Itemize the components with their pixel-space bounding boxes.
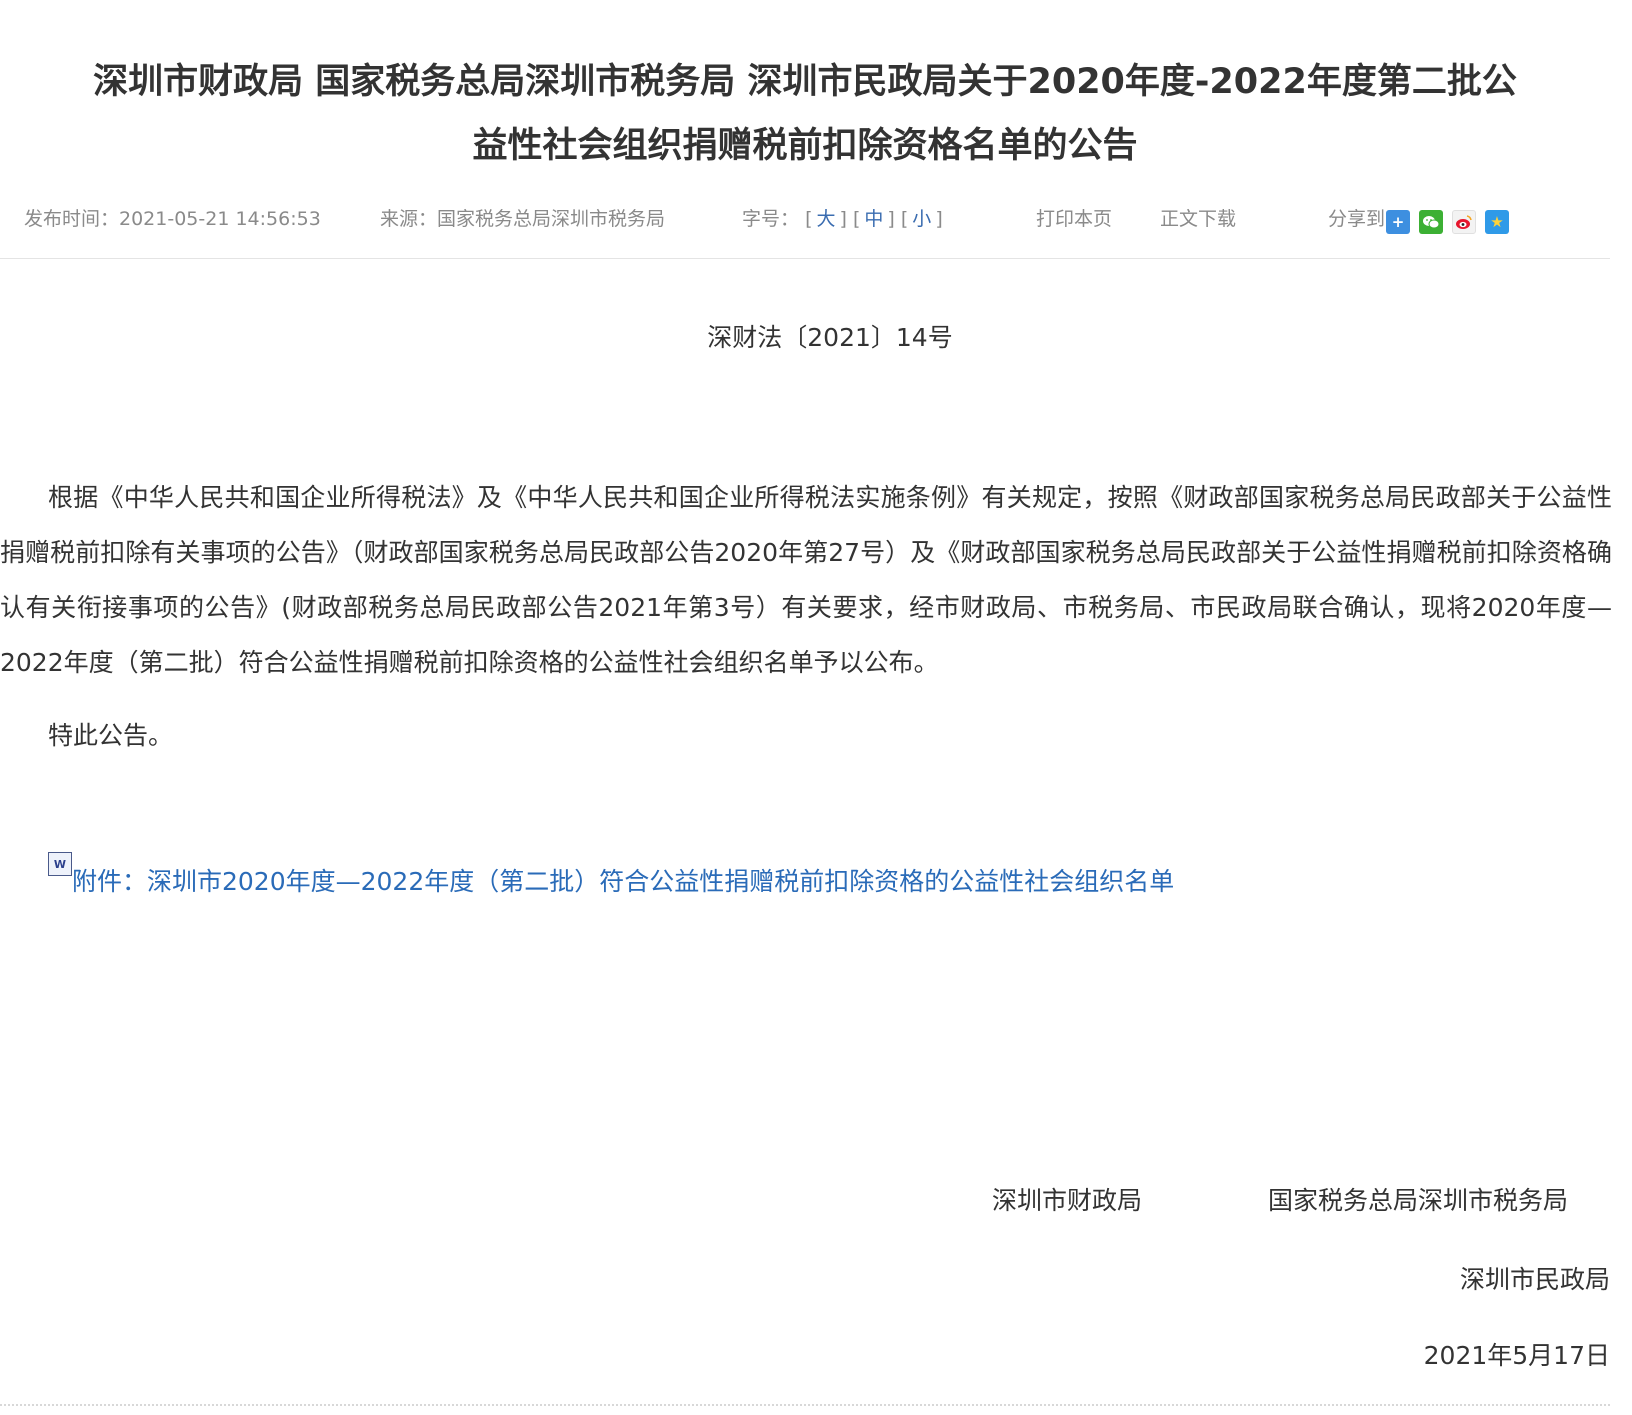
- share-icons: + ★: [1386, 210, 1509, 234]
- article-meta-bar: 发布时间：2021-05-21 14:56:53 来源：国家税务总局深圳市税务局…: [24, 200, 1604, 240]
- weibo-eye-icon: [1456, 215, 1472, 229]
- weibo-icon[interactable]: [1452, 210, 1476, 234]
- meta-divider: [0, 258, 1610, 259]
- wechat-icon[interactable]: [1419, 210, 1443, 234]
- wechat-bubbles-icon: [1423, 216, 1440, 229]
- word-document-icon: W: [48, 852, 72, 876]
- source-label: 来源：国家税务总局深圳市税务局: [380, 208, 666, 230]
- article-title: 深圳市财政局 国家税务总局深圳市税务局 深圳市民政局关于2020年度-2022年…: [0, 50, 1610, 178]
- closing-statement: 特此公告。: [48, 721, 174, 750]
- attachment-link[interactable]: 附件：深圳市2020年度—2022年度（第二批）符合公益性捐赠税前扣除资格的公益…: [72, 862, 1174, 898]
- article-title-line-1: 深圳市财政局 国家税务总局深圳市税务局 深圳市民政局关于2020年度-2022年…: [93, 62, 1517, 102]
- signer-tax-bureau: 国家税务总局深圳市税务局: [1268, 1186, 1569, 1215]
- document-number: 深财法〔2021〕14号: [707, 323, 953, 352]
- signed-date: 2021年5月17日: [1423, 1341, 1610, 1370]
- publish-date: 发布时间：2021-05-21 14:56:53: [24, 208, 321, 230]
- bottom-divider: [0, 1404, 1610, 1406]
- signer-finance-bureau: 深圳市财政局: [992, 1186, 1143, 1215]
- signer-civil-affairs-bureau: 深圳市民政局: [1459, 1265, 1610, 1294]
- font-size-large-button[interactable]: 大: [816, 208, 835, 230]
- qzone-icon[interactable]: ★: [1485, 210, 1509, 234]
- font-size-selector: 字号： [大] [中] [小]: [742, 208, 943, 230]
- font-size-small-button[interactable]: 小: [912, 208, 931, 230]
- print-page-link[interactable]: 打印本页: [1036, 204, 1112, 231]
- font-size-medium-button[interactable]: 中: [864, 208, 883, 230]
- article-title-line-2: 益性社会组织捐赠税前扣除资格名单的公告: [472, 126, 1138, 166]
- download-text-link[interactable]: 正文下载: [1160, 204, 1236, 231]
- font-size-label: 字号：: [742, 208, 800, 230]
- plus-icon[interactable]: +: [1386, 210, 1410, 234]
- announcement-body: 根据《中华人民共和国企业所得税法》及《中华人民共和国企业所得税法实施条例》有关规…: [0, 483, 1612, 677]
